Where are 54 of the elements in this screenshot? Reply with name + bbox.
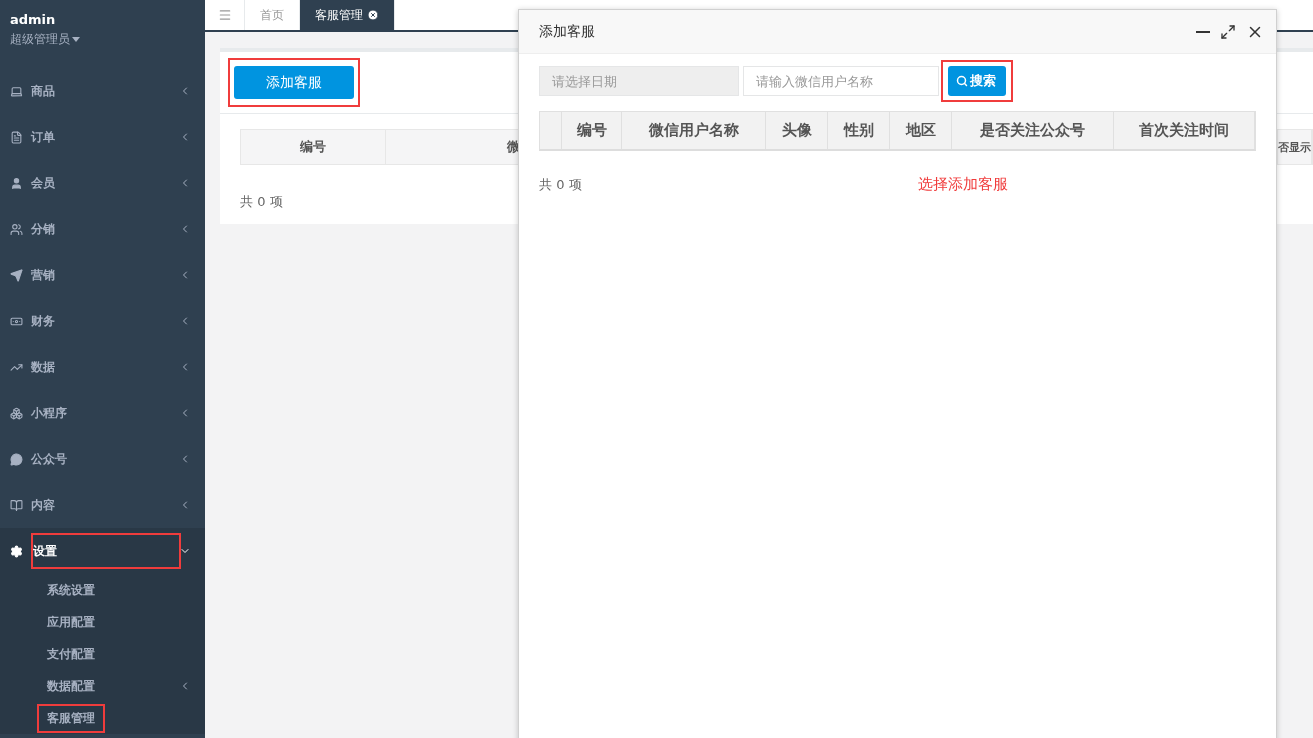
column-header: 否显示: [1278, 139, 1311, 155]
column-header: 首次关注时间: [1139, 121, 1229, 140]
laptop-icon: [10, 84, 23, 98]
minimize-button[interactable]: [1196, 30, 1210, 33]
menu-item[interactable]: 内容: [31, 489, 179, 521]
user-name: admin: [10, 12, 57, 27]
user-icon: [10, 176, 23, 190]
close-icon[interactable]: [367, 9, 379, 21]
item-count: 共 0 项: [539, 175, 583, 194]
submenu-item[interactable]: 应用配置: [47, 613, 191, 631]
menu-item[interactable]: 财务: [31, 305, 179, 337]
cubes-icon: [10, 406, 23, 420]
settings-icon: [10, 544, 23, 558]
column-header: 微: [506, 138, 520, 156]
book-icon: [10, 498, 23, 512]
menu-item[interactable]: 小程序: [31, 397, 179, 429]
annotation-note: 选择添加客服: [917, 175, 1008, 194]
item-count: 共 0 项: [240, 193, 284, 211]
maximize-icon: [1220, 23, 1236, 40]
menu-item[interactable]: 公众号: [31, 443, 179, 475]
menu-item[interactable]: 数据: [31, 351, 179, 383]
menu-item[interactable]: 设置: [33, 535, 179, 567]
menu-item[interactable]: 订单: [31, 121, 179, 153]
column-header: 地区: [905, 121, 936, 140]
column-header: 头像: [781, 121, 812, 140]
menu-icon: [217, 8, 232, 22]
column-header: 编号: [576, 121, 607, 140]
menu-item[interactable]: 会员: [31, 167, 179, 199]
maximize-button[interactable]: [1220, 23, 1236, 40]
search-button[interactable]: 搜索: [948, 66, 1006, 96]
user-role-dropdown[interactable]: 超级管理员: [10, 31, 195, 48]
submenu-item[interactable]: 客服管理: [39, 705, 103, 731]
users-icon: [10, 222, 23, 236]
minimize-icon: [1196, 30, 1210, 33]
menu-item[interactable]: 商品: [31, 75, 179, 107]
paper-plane-icon: [10, 268, 23, 282]
date-field[interactable]: 请选择日期: [539, 66, 739, 96]
chat-bubble-icon: [10, 452, 23, 466]
document-icon: [10, 130, 23, 144]
search-icon: [956, 75, 968, 87]
username-field[interactable]: 请输入微信用户名称: [743, 66, 939, 96]
column-header: 是否关注公众号: [980, 121, 1085, 140]
add-button[interactable]: 添加客服: [234, 66, 354, 99]
caret-icon: [72, 37, 80, 42]
dialog-title: 添加客服: [539, 22, 596, 41]
page-tab[interactable]: 客服管理: [300, 0, 395, 30]
menu-item[interactable]: 分销: [31, 213, 179, 245]
menu-item[interactable]: 营销: [31, 259, 179, 291]
submenu-item[interactable]: 支付配置: [47, 645, 191, 663]
submenu-item[interactable]: 数据配置: [47, 677, 179, 695]
column-header: 编号: [300, 138, 326, 156]
submenu-item[interactable]: 系统设置: [47, 581, 191, 599]
column-header: 性别: [843, 121, 874, 140]
column-header: 微信用户名称: [648, 121, 739, 140]
